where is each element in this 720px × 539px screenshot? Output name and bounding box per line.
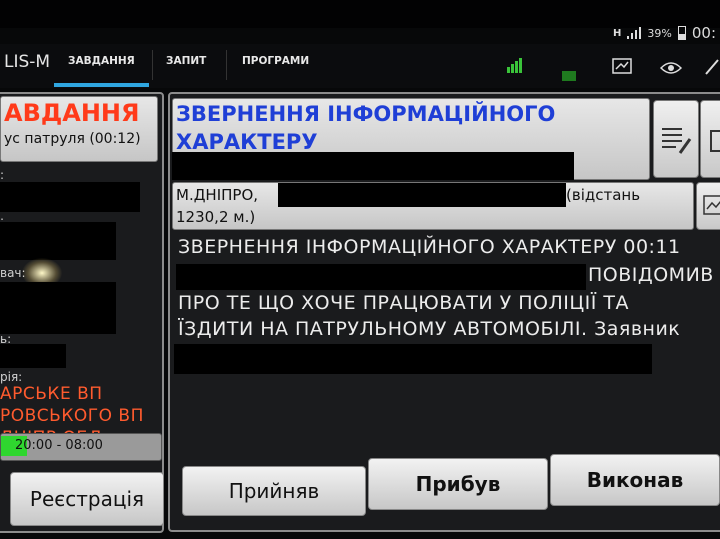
accept-button[interactable]: Прийняв (182, 466, 366, 516)
tab-programs[interactable]: ПРОГРАМИ (242, 55, 309, 67)
task-type-title: ЗВЕРНЕННЯ ІНФОРМАЦІЙНОГО (176, 102, 556, 126)
edit-button[interactable] (700, 100, 720, 178)
department-line: АРСЬКЕ ВП (0, 384, 103, 404)
redacted-block (176, 264, 586, 290)
address-distance-value: 1230,2 м.) (176, 208, 256, 226)
field-label: : (0, 168, 5, 182)
eye-icon[interactable] (659, 60, 683, 79)
status-bar: H 39% 00: (613, 22, 720, 44)
task-status: ус патруля (00:12) (4, 131, 141, 147)
list-details-button[interactable] (653, 100, 699, 178)
pencil-icon[interactable] (704, 56, 720, 80)
arrived-button[interactable]: Прибув (368, 458, 548, 510)
tab-divider (152, 50, 153, 80)
address-city: М.ДНІПРО, (176, 186, 259, 204)
signal-bars-icon[interactable] (506, 56, 524, 78)
redacted-block (0, 182, 140, 212)
redacted-block (0, 282, 116, 334)
app-name: LIS-M (4, 52, 51, 72)
map-icon (703, 195, 720, 215)
shift-hours: 20:00 - 08:00 (15, 438, 103, 453)
department-line: РОВСЬКОГО ВП (0, 406, 144, 426)
network-type: H (613, 27, 622, 39)
shift-progress-bar: 20:00 - 08:00 (0, 433, 162, 461)
cell-signal-icon (627, 27, 642, 39)
redacted-block (0, 222, 116, 260)
message-line: ЗВЕРНЕННЯ ІНФОРМАЦІЙНОГО ХАРАКТЕРУ 00:11 (178, 236, 681, 258)
map-route-button[interactable] (696, 182, 720, 230)
done-button[interactable]: Виконав (550, 454, 720, 506)
battery-icon (677, 26, 686, 40)
task-type-title-cont: ХАРАКТЕРУ (176, 130, 318, 154)
edit-icon (710, 130, 720, 152)
message-line: ПРО ТЕ ЩО ХОЧЕ ПРАЦЮВАТИ У ПОЛІЦІЇ ТА (178, 292, 629, 314)
register-button[interactable]: Реєстрація (10, 472, 164, 526)
address-distance-label: (відстань (566, 186, 641, 204)
tab-request[interactable]: ЗАПИТ (166, 55, 206, 67)
green-indicator-icon[interactable] (562, 66, 576, 85)
clock: 00: (691, 24, 716, 42)
message-line: ПОВІДОМИВ (588, 264, 714, 286)
screen-bezel (0, 0, 720, 28)
redacted-block (278, 183, 566, 207)
redacted-block (174, 344, 652, 374)
message-line: ЇЗДИТИ НА ПАТРУЛЬНОМУ АВТОМОБІЛІ. Заявни… (178, 318, 681, 340)
task-title: АВДАННЯ (4, 99, 140, 127)
field-label: рія: (0, 370, 23, 384)
redacted-block (172, 152, 574, 180)
tab-tasks[interactable]: ЗАВДАННЯ (54, 55, 149, 87)
battery-percent: 39% (647, 26, 672, 40)
top-navigation: LIS-M ЗАВДАННЯ ЗАПИТ ПРОГРАМИ (0, 44, 720, 88)
redacted-block (0, 344, 66, 368)
list-icon (662, 128, 692, 154)
map-icon[interactable] (612, 58, 632, 78)
tab-divider (226, 50, 227, 80)
